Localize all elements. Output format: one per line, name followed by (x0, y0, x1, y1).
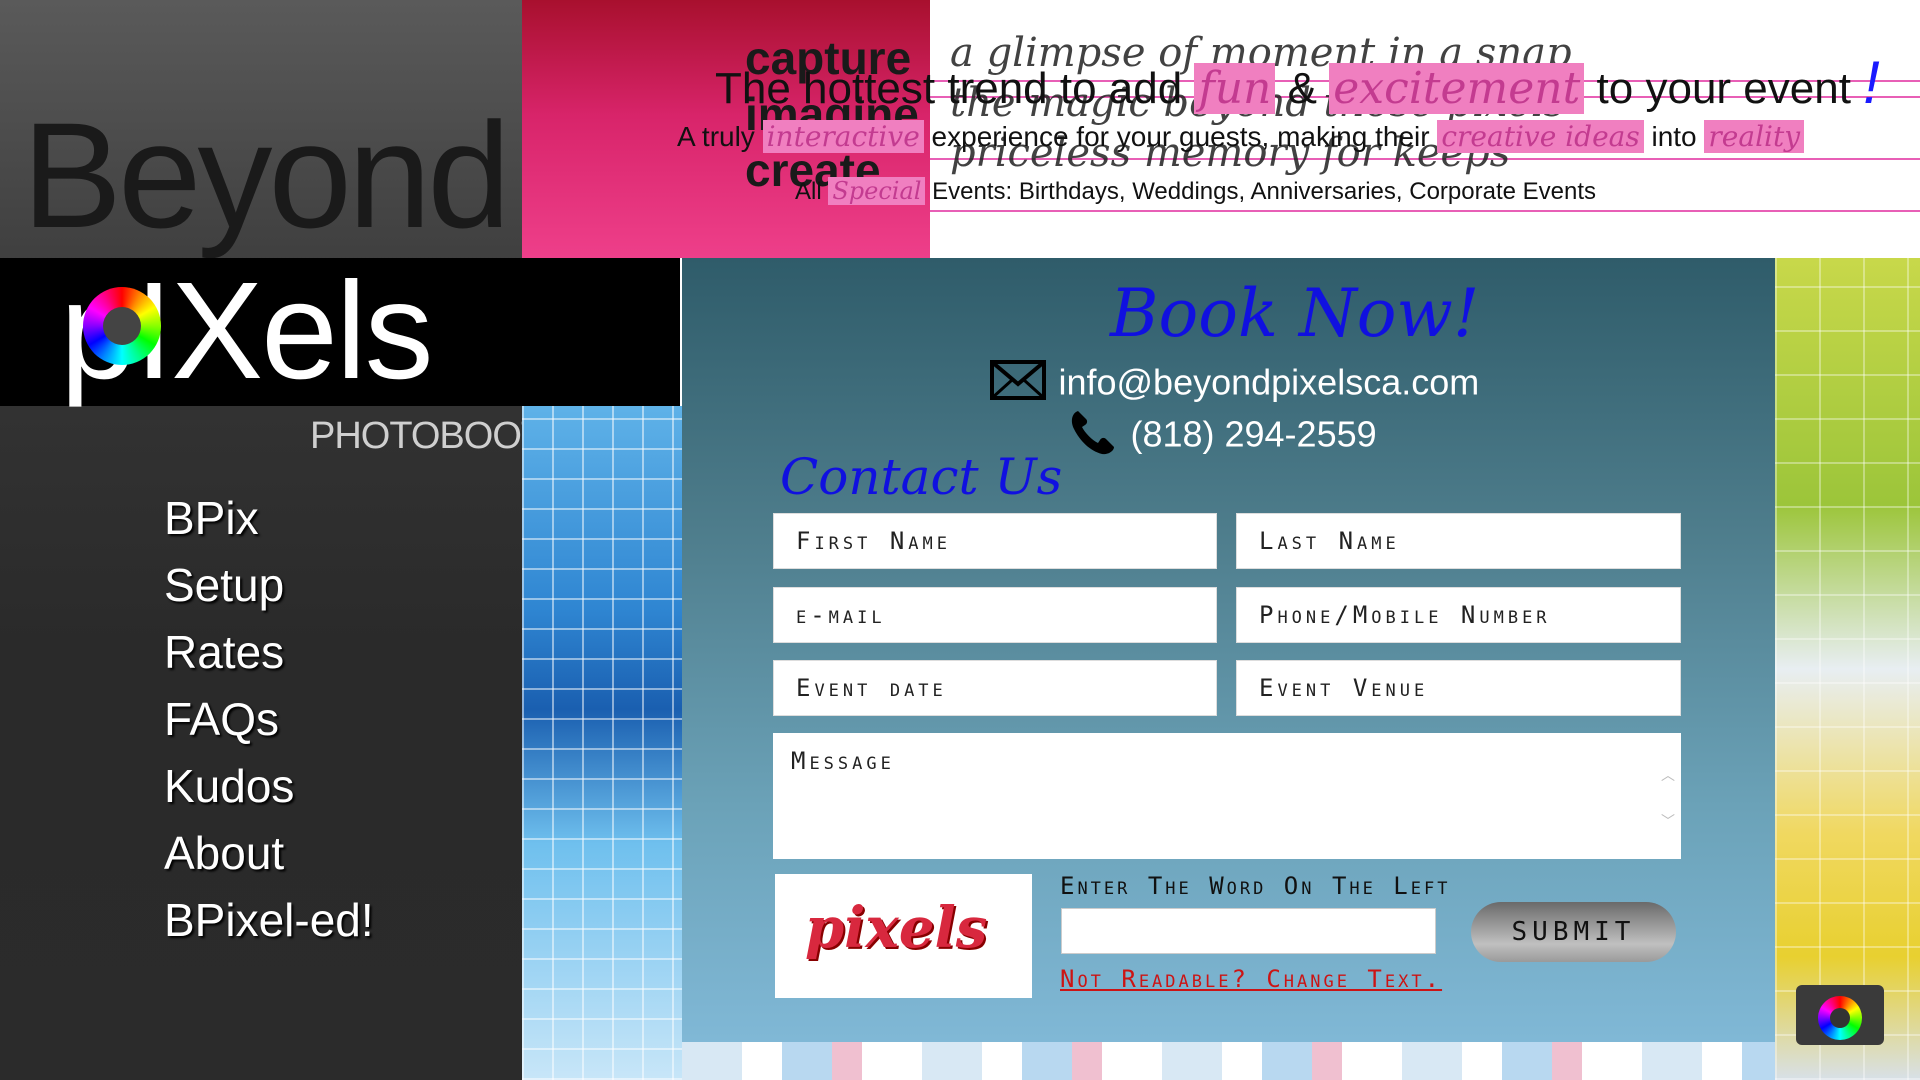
email-field[interactable]: e-mail (773, 587, 1217, 643)
tagline-3: All Special Events: Birthdays, Weddings,… (795, 177, 1596, 206)
change-captcha-link[interactable]: Not Readable? Change Text. (1060, 965, 1442, 993)
message-textarea[interactable]: Message ︿ ﹀ (773, 733, 1681, 859)
main-nav: BPix Setup Rates FAQs Kudos About BPixel… (164, 490, 374, 959)
captcha-word: pixels (805, 895, 988, 961)
contact-phone[interactable]: (818) 294-2559 (1130, 414, 1376, 455)
event-venue-field[interactable]: Event Venue (1236, 660, 1681, 716)
camera-lens-center (1830, 1008, 1850, 1028)
contact-us-heading: Contact Us (780, 448, 1063, 506)
tagline-1-pre: The hottest trend to add (715, 64, 1183, 113)
submit-button[interactable]: SUBMIT (1471, 902, 1676, 962)
nav-item-faqs[interactable]: FAQs (164, 691, 374, 758)
nav-item-setup[interactable]: Setup (164, 557, 374, 624)
mosaic-bg-left (522, 406, 682, 1080)
tagline-1-post: to your event (1596, 64, 1851, 113)
message-placeholder: Message (791, 747, 895, 775)
tagline-1-highlight-excitement: excitement (1329, 63, 1585, 114)
last-name-field[interactable]: Last Name (1236, 513, 1681, 569)
mosaic-bg-right (1775, 258, 1920, 1080)
nav-item-about[interactable]: About (164, 825, 374, 892)
banner-rule (930, 210, 1920, 212)
tagline-2-highlight-interactive: interactive (762, 120, 924, 153)
tagline-1-amp: & (1287, 64, 1317, 113)
tagline-3-pre: All (795, 178, 822, 205)
chevron-down-icon[interactable]: ﹀ (1661, 799, 1675, 845)
contact-phone-row[interactable]: (818) 294-2559 (1068, 407, 1377, 462)
color-wheel-center (103, 307, 141, 345)
first-name-field[interactable]: First Name (773, 513, 1217, 569)
chevron-up-icon[interactable]: ︿ (1661, 753, 1675, 799)
book-now-heading: Book Now! (1110, 275, 1480, 352)
event-date-field[interactable]: Event date (773, 660, 1217, 716)
tagline-3-post: Events: Birthdays, Weddings, Anniversari… (932, 178, 1597, 205)
contact-email[interactable]: info@beyondpixelsca.com (1058, 362, 1479, 403)
tagline-1-bang: ! (1863, 49, 1880, 116)
phone-field[interactable]: Phone/Mobile Number (1236, 587, 1681, 643)
envelope-icon (990, 360, 1046, 405)
nav-item-bpixel-ed[interactable]: BPixel-ed! (164, 892, 374, 959)
tagline-1-highlight-fun: fun (1194, 63, 1276, 114)
nav-item-bpix[interactable]: BPix (164, 490, 374, 557)
tagline-2-mid: experience for your guests, making their (931, 121, 1430, 152)
captcha-label: Enter The Word On The Left (1060, 872, 1451, 900)
tagline-2: A truly interactive experience for your … (677, 120, 1805, 153)
tagline-3-highlight-special: Special (828, 177, 926, 205)
captcha-input[interactable] (1061, 908, 1436, 954)
message-scrollbar[interactable]: ︿ ﹀ (1661, 753, 1675, 845)
logo-beyond-text: Beyond (22, 91, 511, 259)
tagline-1: The hottest trend to add fun & excitemen… (715, 48, 1880, 117)
nav-item-rates[interactable]: Rates (164, 624, 374, 691)
contact-email-row[interactable]: info@beyondpixelsca.com (990, 360, 1479, 405)
tagline-2-into: into (1651, 121, 1697, 152)
mosaic-bg-bottom (682, 1042, 1775, 1080)
tagline-2-highlight-creative: creative ideas (1437, 120, 1644, 153)
tagline-2-highlight-reality: reality (1704, 120, 1805, 153)
phone-icon (1068, 407, 1118, 462)
nav-item-kudos[interactable]: Kudos (164, 758, 374, 825)
tagline-2-pre: A truly (677, 121, 755, 152)
